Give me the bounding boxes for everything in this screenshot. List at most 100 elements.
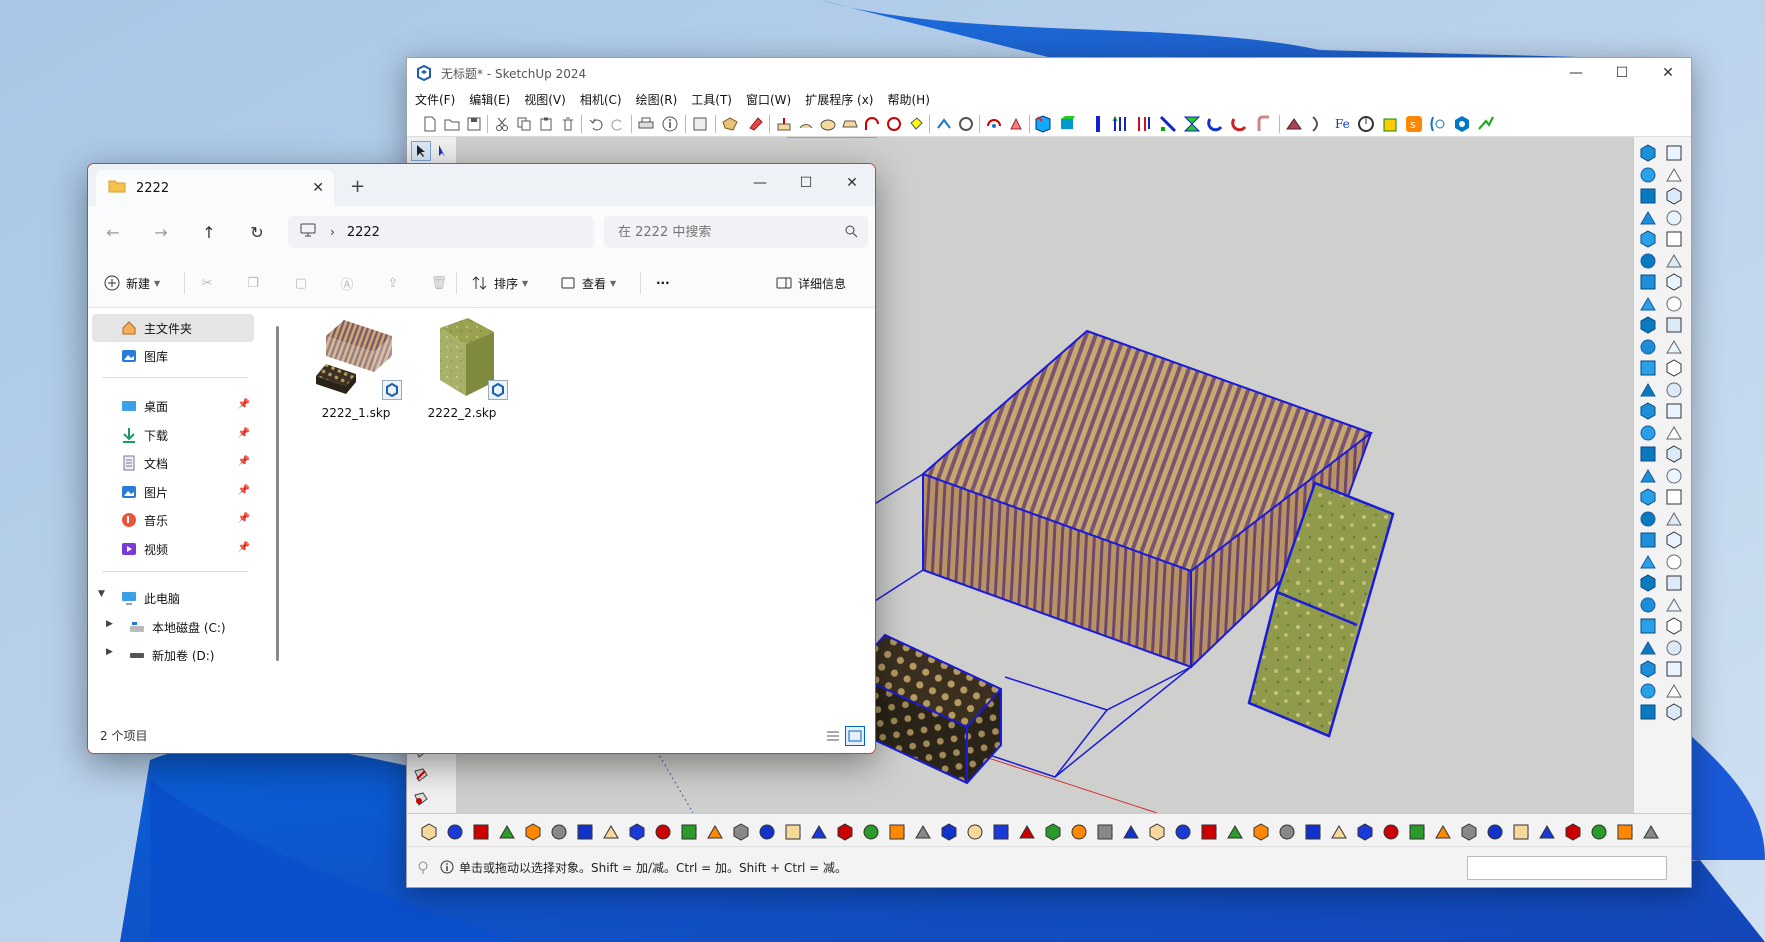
menu-draw[interactable]: 绘图(R) [636, 91, 678, 108]
extension-tool-icon[interactable] [1511, 822, 1531, 842]
extension-tool-icon[interactable] [1485, 822, 1505, 842]
extension-tool-icon[interactable] [653, 822, 673, 842]
extension-tool-icon[interactable] [1355, 822, 1375, 842]
select-tool-icon[interactable] [721, 115, 739, 133]
view-tool-icon[interactable] [1664, 487, 1684, 507]
view-back-icon[interactable] [1159, 115, 1177, 133]
extension-tool-icon[interactable] [1433, 822, 1453, 842]
redo-icon[interactable] [609, 115, 627, 133]
extension-tool-icon[interactable] [1407, 822, 1427, 842]
freehand-tool-icon[interactable] [411, 789, 431, 809]
extension-tool-icon[interactable] [1277, 822, 1297, 842]
nav-downloads[interactable]: 下载 📌 [92, 421, 254, 449]
style-tool-icon[interactable] [1638, 358, 1658, 378]
menu-window[interactable]: 窗口(W) [746, 91, 791, 108]
extension-tool-icon[interactable] [887, 822, 907, 842]
zoom-extents-icon[interactable] [1035, 115, 1053, 133]
extension-tool-icon[interactable] [1459, 822, 1479, 842]
nav-this-pc[interactable]: 此电脑 [92, 584, 254, 612]
view-tool-icon[interactable] [1664, 165, 1684, 185]
model-info-icon[interactable] [661, 115, 679, 133]
new-tab-button[interactable]: + [350, 176, 365, 197]
menu-help[interactable]: 帮助(H) [887, 91, 929, 108]
style-tool-icon[interactable] [1638, 466, 1658, 486]
undo-icon[interactable] [587, 115, 605, 133]
view-tool-icon[interactable] [1664, 294, 1684, 314]
extension-tool-icon[interactable] [861, 822, 881, 842]
lasso-select-icon[interactable] [433, 141, 453, 161]
solid-union-icon[interactable] [1231, 115, 1249, 133]
style-tool-icon[interactable] [1638, 487, 1658, 507]
extension-tool-icon[interactable] [809, 822, 829, 842]
sandbox-icon[interactable] [1285, 115, 1303, 133]
print-icon[interactable] [637, 115, 655, 133]
extension-tool-icon[interactable] [1251, 822, 1271, 842]
menu-file[interactable]: 文件(F) [415, 91, 455, 108]
pushpull-tool-icon[interactable] [775, 115, 793, 133]
style-tool-icon[interactable] [1638, 272, 1658, 292]
style-tool-icon[interactable] [1638, 681, 1658, 701]
style-tool-icon[interactable] [1638, 595, 1658, 615]
style-tool-icon[interactable] [1638, 208, 1658, 228]
extension-search-icon[interactable] [1429, 115, 1447, 133]
dimension-tool-icon[interactable] [957, 115, 975, 133]
view-tool-icon[interactable] [1664, 444, 1684, 464]
section-plane-icon[interactable] [1309, 115, 1327, 133]
back-arrow-icon[interactable]: ← [102, 221, 124, 243]
style-tool-icon[interactable] [1638, 401, 1658, 421]
style-tool-icon[interactable] [1638, 251, 1658, 271]
view-iso-icon[interactable] [1059, 115, 1077, 133]
style-tool-icon[interactable] [1638, 380, 1658, 400]
style-tool-icon[interactable] [1638, 186, 1658, 206]
nav-gallery[interactable]: 图库 [92, 342, 254, 370]
view-tool-icon[interactable] [1664, 208, 1684, 228]
view-tool-icon[interactable] [1664, 681, 1684, 701]
tape-measure-icon[interactable] [935, 115, 953, 133]
search-box[interactable] [604, 216, 868, 248]
sort-button[interactable]: 排序 ▼ [472, 272, 528, 294]
style-tool-icon[interactable] [1638, 616, 1658, 636]
view-tool-icon[interactable] [1664, 659, 1684, 679]
style-tool-icon[interactable] [1638, 659, 1658, 679]
more-options-button[interactable]: ··· [656, 272, 670, 294]
style-tool-icon[interactable] [1638, 638, 1658, 658]
view-tool-icon[interactable] [1664, 272, 1684, 292]
extension-tool-icon[interactable] [1147, 822, 1167, 842]
view-tool-icon[interactable] [1664, 358, 1684, 378]
menu-view[interactable]: 视图(V) [524, 91, 566, 108]
extension-tool-icon[interactable] [731, 822, 751, 842]
nav-home[interactable]: 主文件夹 [92, 314, 254, 342]
file-item[interactable]: 2222_2.skp [410, 314, 514, 424]
style-tool-icon[interactable] [1638, 702, 1658, 722]
view-tool-icon[interactable] [1664, 702, 1684, 722]
extension-tool-icon[interactable] [913, 822, 933, 842]
follow-me-icon[interactable] [1207, 115, 1225, 133]
style-tool-icon[interactable] [1638, 573, 1658, 593]
extension-tool-icon[interactable] [1381, 822, 1401, 842]
extension-tool-icon[interactable] [1589, 822, 1609, 842]
view-left-icon[interactable] [1183, 115, 1201, 133]
maximize-button[interactable]: ☐ [783, 164, 829, 202]
style-tool-icon[interactable] [1638, 143, 1658, 163]
paste-icon[interactable] [537, 115, 555, 133]
solid-subtract-icon[interactable] [1255, 115, 1273, 133]
view-tool-icon[interactable] [1664, 423, 1684, 443]
trash-icon[interactable]: 🗑 [430, 274, 448, 292]
extension-tool-icon[interactable] [835, 822, 855, 842]
menu-edit[interactable]: 编辑(E) [469, 91, 510, 108]
view-tool-icon[interactable] [1664, 616, 1684, 636]
file-item[interactable]: 2222_1.skp [304, 314, 408, 424]
style-tool-icon[interactable] [1638, 294, 1658, 314]
view-tool-icon[interactable] [1664, 552, 1684, 572]
measurements-box[interactable] [1467, 856, 1667, 880]
eraser-tool-icon[interactable] [747, 115, 765, 133]
extension-tool-icon[interactable] [1329, 822, 1349, 842]
extension-tool-icon[interactable] [1017, 822, 1037, 842]
view-tool-icon[interactable] [1664, 530, 1684, 550]
extension-tool-icon[interactable] [1641, 822, 1661, 842]
style-tool-icon[interactable] [1638, 552, 1658, 572]
extension-hex-icon[interactable] [1453, 115, 1471, 133]
style-tool-icon[interactable] [1638, 315, 1658, 335]
copy-icon[interactable]: ❐ [244, 274, 262, 292]
extension-tool-icon[interactable] [1563, 822, 1583, 842]
